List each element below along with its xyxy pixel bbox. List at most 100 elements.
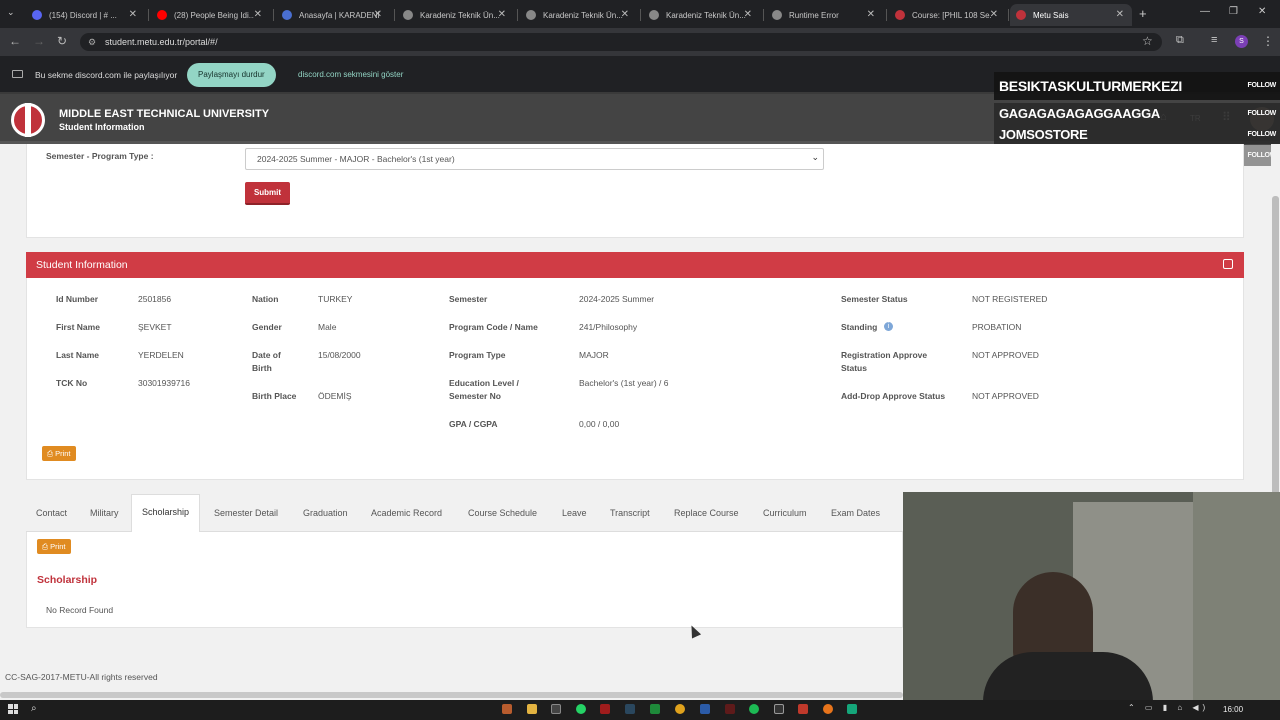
overlay-name: JOMSOSTORE [999,127,1088,142]
tab-title: Karadeniz Teknik Ün... [420,10,500,20]
close-tab-icon[interactable]: ✕ [990,9,998,20]
clock: 16:00 [1223,705,1244,714]
chrome-icon[interactable] [675,704,685,714]
close-tab-icon[interactable]: ✕ [129,9,137,20]
tab-course-schedule[interactable]: Course Schedule [458,494,547,532]
url-input[interactable]: ⚙ student.metu.edu.tr/portal/#/ [80,33,1162,51]
forward-icon[interactable]: → [33,34,45,48]
taskbar-app-icon[interactable] [650,704,660,714]
horizontal-scrollbar[interactable] [0,692,903,698]
bookmark-star-icon[interactable]: ☆ [1142,34,1153,48]
tab-replace-course[interactable]: Replace Course [664,494,749,532]
taskbar-app-icon[interactable] [725,704,735,714]
close-window-icon[interactable]: ✕ [1258,6,1266,17]
close-tab-icon[interactable]: ✕ [744,9,752,20]
info-icon[interactable]: i [884,322,893,331]
browser-tab[interactable]: Course: [PHIL 108 Se... ✕ [888,4,1006,26]
print-label: Print [50,542,66,551]
browser-tab[interactable]: Karadeniz Teknik Ün... ✕ [519,4,637,26]
minimize-icon[interactable]: — [1200,6,1210,17]
overlay-follow-item: BESIKTASKULTURMERKEZI FOLLOW [994,72,1280,100]
browser-tab[interactable]: (28) People Being Idi... ✕ [150,4,270,26]
print-student-info-button[interactable]: ⎙ Print [42,446,76,461]
university-name: MIDDLE EAST TECHNICAL UNIVERSITY [59,108,270,120]
close-tab-icon[interactable]: ✕ [621,9,629,20]
taskbar-app-icon[interactable] [847,704,857,714]
store-icon[interactable] [551,704,561,714]
tab-favicon-icon [32,10,42,20]
info-value: YERDELEN [138,350,184,360]
steam-icon[interactable] [625,704,635,714]
tab-military[interactable]: Military [80,494,129,532]
site-info-icon[interactable]: ⚙ [88,33,96,51]
reload-icon[interactable]: ↻ [57,34,67,48]
tab-transcript[interactable]: Transcript [600,494,660,532]
taskbar-app-icon[interactable] [502,704,512,714]
profile-avatar[interactable]: S [1235,35,1248,48]
chevron-down-icon: ⌄ [811,152,819,162]
overlay-follow-item: GAGAGAGAGAGGAAGGA FOLLOW [994,103,1280,124]
tab-exam-dates[interactable]: Exam Dates [821,494,890,532]
print-scholarship-button[interactable]: ⎙ Print [37,539,71,554]
info-label: Semester Status [841,294,908,304]
close-tab-icon[interactable]: ✕ [374,9,382,20]
tab-separator [517,9,518,21]
info-value: Male [318,322,337,332]
browser-tab[interactable]: Metu Sais ✕ [1010,4,1132,26]
info-value: 2501856 [138,294,172,304]
tab-semester-detail[interactable]: Semester Detail [204,494,288,532]
taskbar-app-icon[interactable] [774,704,784,714]
taskbar-app-icon[interactable] [600,704,610,714]
overlay-follow-label: FOLLOW [1247,131,1276,138]
tab-leave[interactable]: Leave [552,494,597,532]
file-explorer-icon[interactable] [527,704,537,714]
tab-contact[interactable]: Contact [26,494,77,532]
browser-tab[interactable]: Anasayfa | KARADENİ... ✕ [275,4,390,26]
spotify-icon[interactable] [749,704,759,714]
close-tab-icon[interactable]: ✕ [867,9,875,20]
tab-search-button[interactable]: ⌄ [7,7,15,18]
overlay-name: BESIKTASKULTURMERKEZI [999,78,1182,94]
whatsapp-icon[interactable] [576,704,586,714]
new-tab-icon[interactable]: + [1139,6,1147,21]
tab-scholarship[interactable]: Scholarship [131,494,201,533]
system-tray-icons[interactable]: ⌃ ▭ ▮ ⌂ ◀) [1128,703,1209,712]
search-icon[interactable]: ⌕ [31,703,37,714]
close-tab-icon[interactable]: ✕ [1116,9,1124,20]
taskbar-app-icon[interactable] [823,704,833,714]
taskbar-app-icon[interactable] [700,704,710,714]
tab-favicon-icon [772,10,782,20]
show-tab-button[interactable]: discord.com sekmesini göster [287,63,414,87]
submit-button[interactable]: Submit [245,182,290,205]
overlay-follow-item: JOMSOSTORE FOLLOW [994,124,1280,145]
browser-tab[interactable]: Karadeniz Teknik Ün... ✕ [642,4,760,26]
semester-program-select[interactable]: 2024-2025 Summer - MAJOR - Bachelor's (1… [245,148,824,170]
student-info-header [26,252,1244,278]
tab-graduation[interactable]: Graduation [293,494,358,532]
tab-favicon-icon [1016,10,1026,20]
info-label: First Name [56,322,100,332]
start-icon[interactable] [8,704,18,714]
collapse-icon[interactable] [1223,259,1233,269]
close-tab-icon[interactable]: ✕ [254,9,262,20]
info-label: GPA / CGPA [449,419,498,429]
browser-tab[interactable]: Karadeniz Teknik Ün... ✕ [396,4,514,26]
menu-icon[interactable]: ⋮ [1262,34,1274,48]
tab-academic-record[interactable]: Academic Record [361,494,452,532]
taskbar-app-icon[interactable] [798,704,808,714]
back-icon[interactable]: ← [9,34,21,48]
browser-tab[interactable]: (154) Discord | # ... ✕ [25,4,145,26]
tab-title: Course: [PHIL 108 Se... [912,10,992,20]
restore-icon[interactable]: ❐ [1229,6,1238,17]
tab-curriculum[interactable]: Curriculum [753,494,817,532]
overlay-follow-label: FOLLOW [1247,110,1276,117]
info-value: PROBATION [972,322,1022,332]
stop-sharing-button[interactable]: Paylaşmayı durdur [187,63,276,87]
info-label: Birth Place [252,391,297,401]
tab-separator [148,9,149,21]
tab-favicon-icon [403,10,413,20]
extensions-icon[interactable]: ⧉ [1176,34,1184,47]
media-icon[interactable]: ≡ [1211,34,1217,46]
close-tab-icon[interactable]: ✕ [498,9,506,20]
browser-tab[interactable]: Runtime Error ✕ [765,4,883,26]
